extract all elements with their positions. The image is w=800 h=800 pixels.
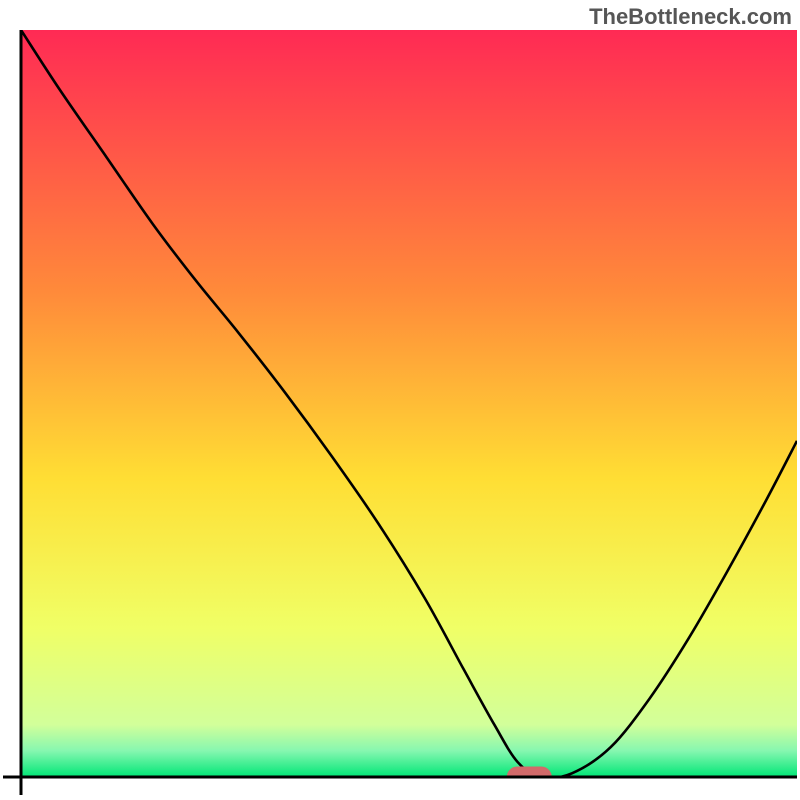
gradient-background: [21, 30, 797, 777]
chart-container: TheBottleneck.com: [0, 0, 800, 800]
attribution-text: TheBottleneck.com: [589, 4, 792, 30]
bottleneck-chart: [0, 0, 800, 800]
